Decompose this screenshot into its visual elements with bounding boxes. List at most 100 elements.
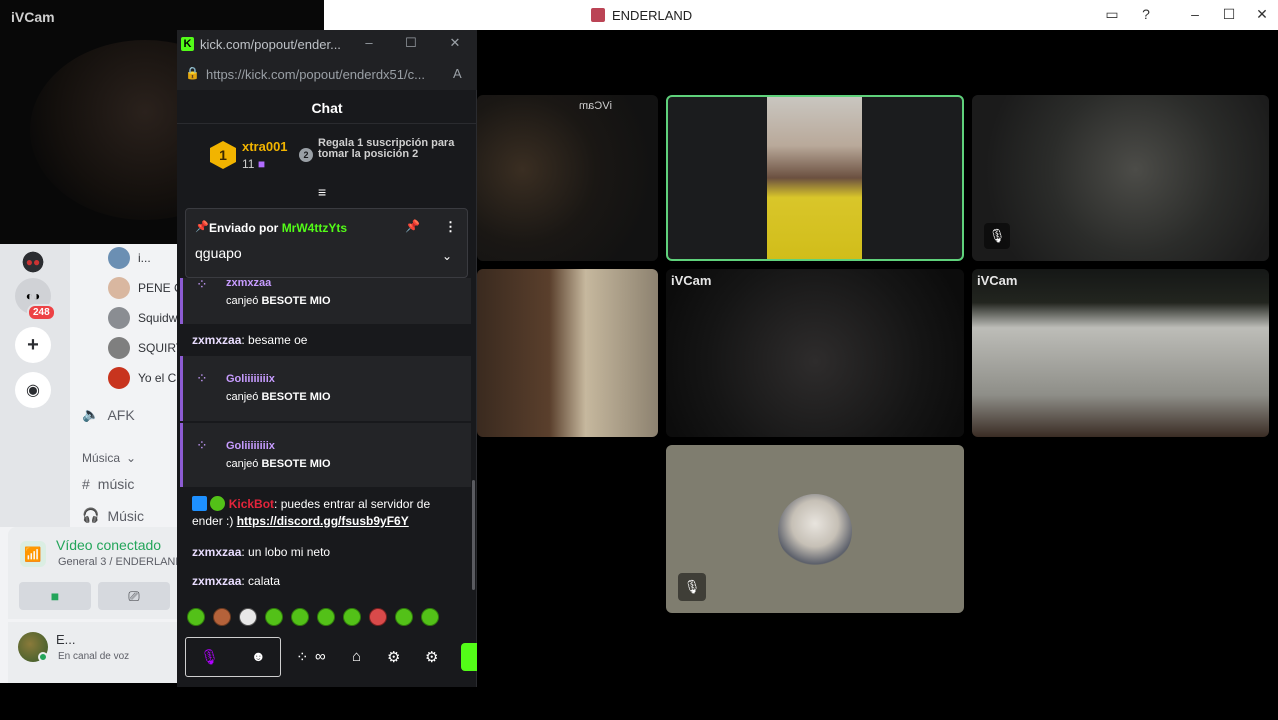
- redeem-verb: canjeó: [226, 391, 259, 403]
- chevron-down-icon[interactable]: ⌄: [442, 249, 452, 263]
- chat-username[interactable]: zxmxzaa: [192, 545, 241, 559]
- redeem-verb: canjeó: [226, 458, 259, 470]
- emote-icon[interactable]: [213, 608, 231, 626]
- redeem-reward: BESOTE MIO: [261, 391, 331, 403]
- chat-username[interactable]: zxmxzaa: [192, 333, 241, 347]
- more-options-icon[interactable]: ⋮: [444, 219, 457, 235]
- chat-message: zxmxzaa: calata: [192, 574, 281, 588]
- minimize-button[interactable]: –: [1185, 6, 1205, 22]
- emote-icon[interactable]: [239, 608, 257, 626]
- maximize-button[interactable]: ☐: [401, 35, 421, 51]
- voice-member[interactable]: SQUIRT: [108, 337, 178, 359]
- channel-points-icon[interactable]: ⁘: [296, 648, 309, 666]
- discord-invite-link[interactable]: https://discord.gg/fsusb9yF6Y: [237, 514, 409, 528]
- chat-scrollbar[interactable]: [472, 480, 475, 590]
- redeem-text: canjeó BESOTE MIO: [226, 295, 331, 307]
- video-tile-5[interactable]: [666, 269, 964, 437]
- store-icon[interactable]: ⌂: [352, 648, 361, 665]
- member-name: Yo el C: [138, 371, 177, 385]
- redeem-user[interactable]: Goliiiiiiiix: [226, 373, 275, 385]
- lock-icon[interactable]: 🔒: [185, 66, 200, 80]
- mic-muted-icon: 🎙: [678, 573, 706, 601]
- gift-prompt[interactable]: Regala 1 suscripción para tomar la posic…: [318, 138, 458, 160]
- channel-label: AFK: [107, 406, 135, 423]
- explore-icon[interactable]: ◉: [15, 372, 51, 408]
- top-gifter-name[interactable]: xtra001: [242, 139, 288, 154]
- channel-afk[interactable]: 🔈 AFK: [82, 406, 178, 423]
- signal-icon: 📶: [20, 541, 46, 567]
- emoji-icon[interactable]: ☻: [251, 648, 266, 664]
- server-icon[interactable]: ●●: [15, 244, 51, 280]
- maximize-button[interactable]: ☐: [1219, 6, 1239, 23]
- pinned-by-user[interactable]: MrW4ttzYts: [282, 221, 347, 235]
- emote-icon[interactable]: [187, 608, 205, 626]
- redeem-user[interactable]: Goliiiiiiiix: [226, 440, 275, 452]
- voice-member[interactable]: i...: [108, 247, 178, 269]
- gear-icon[interactable]: ⚙: [387, 648, 400, 666]
- redeem-message: [180, 423, 471, 487]
- camera-icon: ■: [50, 588, 60, 604]
- read-aloud-icon[interactable]: A: [453, 66, 462, 81]
- close-button[interactable]: ✕: [1252, 6, 1272, 23]
- member-name: i...: [138, 251, 151, 265]
- emote-icon[interactable]: [317, 608, 335, 626]
- screen-share-icon: ⎚: [128, 587, 140, 604]
- video-tile-6[interactable]: [972, 269, 1269, 437]
- minimize-button[interactable]: –: [359, 35, 379, 50]
- settings-icon[interactable]: ⚙: [425, 648, 438, 666]
- pin-icon: 📌: [195, 221, 209, 233]
- chat-title: Chat: [177, 92, 477, 124]
- user-name: E...: [56, 632, 76, 647]
- add-server-icon[interactable]: +: [15, 327, 51, 363]
- help-icon[interactable]: ?: [1136, 6, 1156, 22]
- emote-icon[interactable]: [421, 608, 439, 626]
- redeem-message: [180, 356, 471, 421]
- video-tile-3[interactable]: [972, 95, 1269, 261]
- close-button[interactable]: ✕: [445, 35, 465, 51]
- camera-button[interactable]: ■: [19, 582, 91, 610]
- unpin-icon[interactable]: 📌: [405, 219, 420, 233]
- voice-status-subtitle[interactable]: General 3 / ENDERLAND: [58, 556, 178, 568]
- gift-icon: ■: [257, 157, 266, 171]
- avatar: [108, 277, 130, 299]
- url-field[interactable]: https://kick.com/popout/enderdx51/c...: [206, 67, 441, 82]
- channel-label: Músic: [107, 507, 144, 524]
- collapse-icon[interactable]: ≡: [318, 184, 326, 200]
- emote-icon[interactable]: [265, 608, 283, 626]
- avatar: [778, 494, 852, 568]
- voice-status-title[interactable]: Vídeo conectado: [56, 537, 161, 553]
- avatar: [108, 247, 130, 269]
- category-musica[interactable]: Música ⌄: [82, 451, 136, 465]
- inbox-icon[interactable]: ▭: [1102, 6, 1122, 23]
- chat-text: un lobo mi neto: [248, 545, 331, 559]
- infinity-icon[interactable]: ∞: [315, 648, 326, 665]
- pinned-text: qguapo: [195, 245, 242, 261]
- chat-username[interactable]: zxmxzaa: [192, 574, 241, 588]
- pinned-message: [185, 208, 468, 278]
- channel-points-icon: ⁘: [196, 437, 208, 453]
- mic-icon[interactable]: 🎙: [200, 648, 219, 666]
- voice-member[interactable]: PENE C: [108, 277, 178, 299]
- channel-points-icon: ⁘: [196, 370, 208, 386]
- video-tile-4[interactable]: [477, 269, 658, 437]
- avatar: [108, 307, 130, 329]
- chat-message: zxmxzaa: besame oe: [192, 333, 308, 347]
- chat-text: besame oe: [248, 333, 308, 347]
- emote-icon[interactable]: [369, 608, 387, 626]
- emote-icon[interactable]: [343, 608, 361, 626]
- send-button[interactable]: [461, 643, 477, 671]
- voice-member[interactable]: Squidw: [108, 307, 178, 329]
- channel-music-text[interactable]: # músic: [82, 476, 178, 492]
- video-tile-1[interactable]: [477, 95, 658, 261]
- emote-icon[interactable]: [395, 608, 413, 626]
- bot-username[interactable]: KickBot: [229, 497, 274, 511]
- redeem-reward: BESOTE MIO: [261, 458, 331, 470]
- redeem-reward: BESOTE MIO: [261, 295, 331, 307]
- verified-badge-icon: [210, 496, 226, 511]
- voice-member[interactable]: Yo el C: [108, 367, 178, 389]
- member-name: Squidw: [138, 311, 178, 325]
- channel-music-voice[interactable]: 🎧 Músic: [82, 507, 178, 524]
- redeem-user[interactable]: zxmxzaa: [226, 277, 271, 289]
- emote-icon[interactable]: [291, 608, 309, 626]
- screen-share-button[interactable]: ⎚: [98, 582, 170, 610]
